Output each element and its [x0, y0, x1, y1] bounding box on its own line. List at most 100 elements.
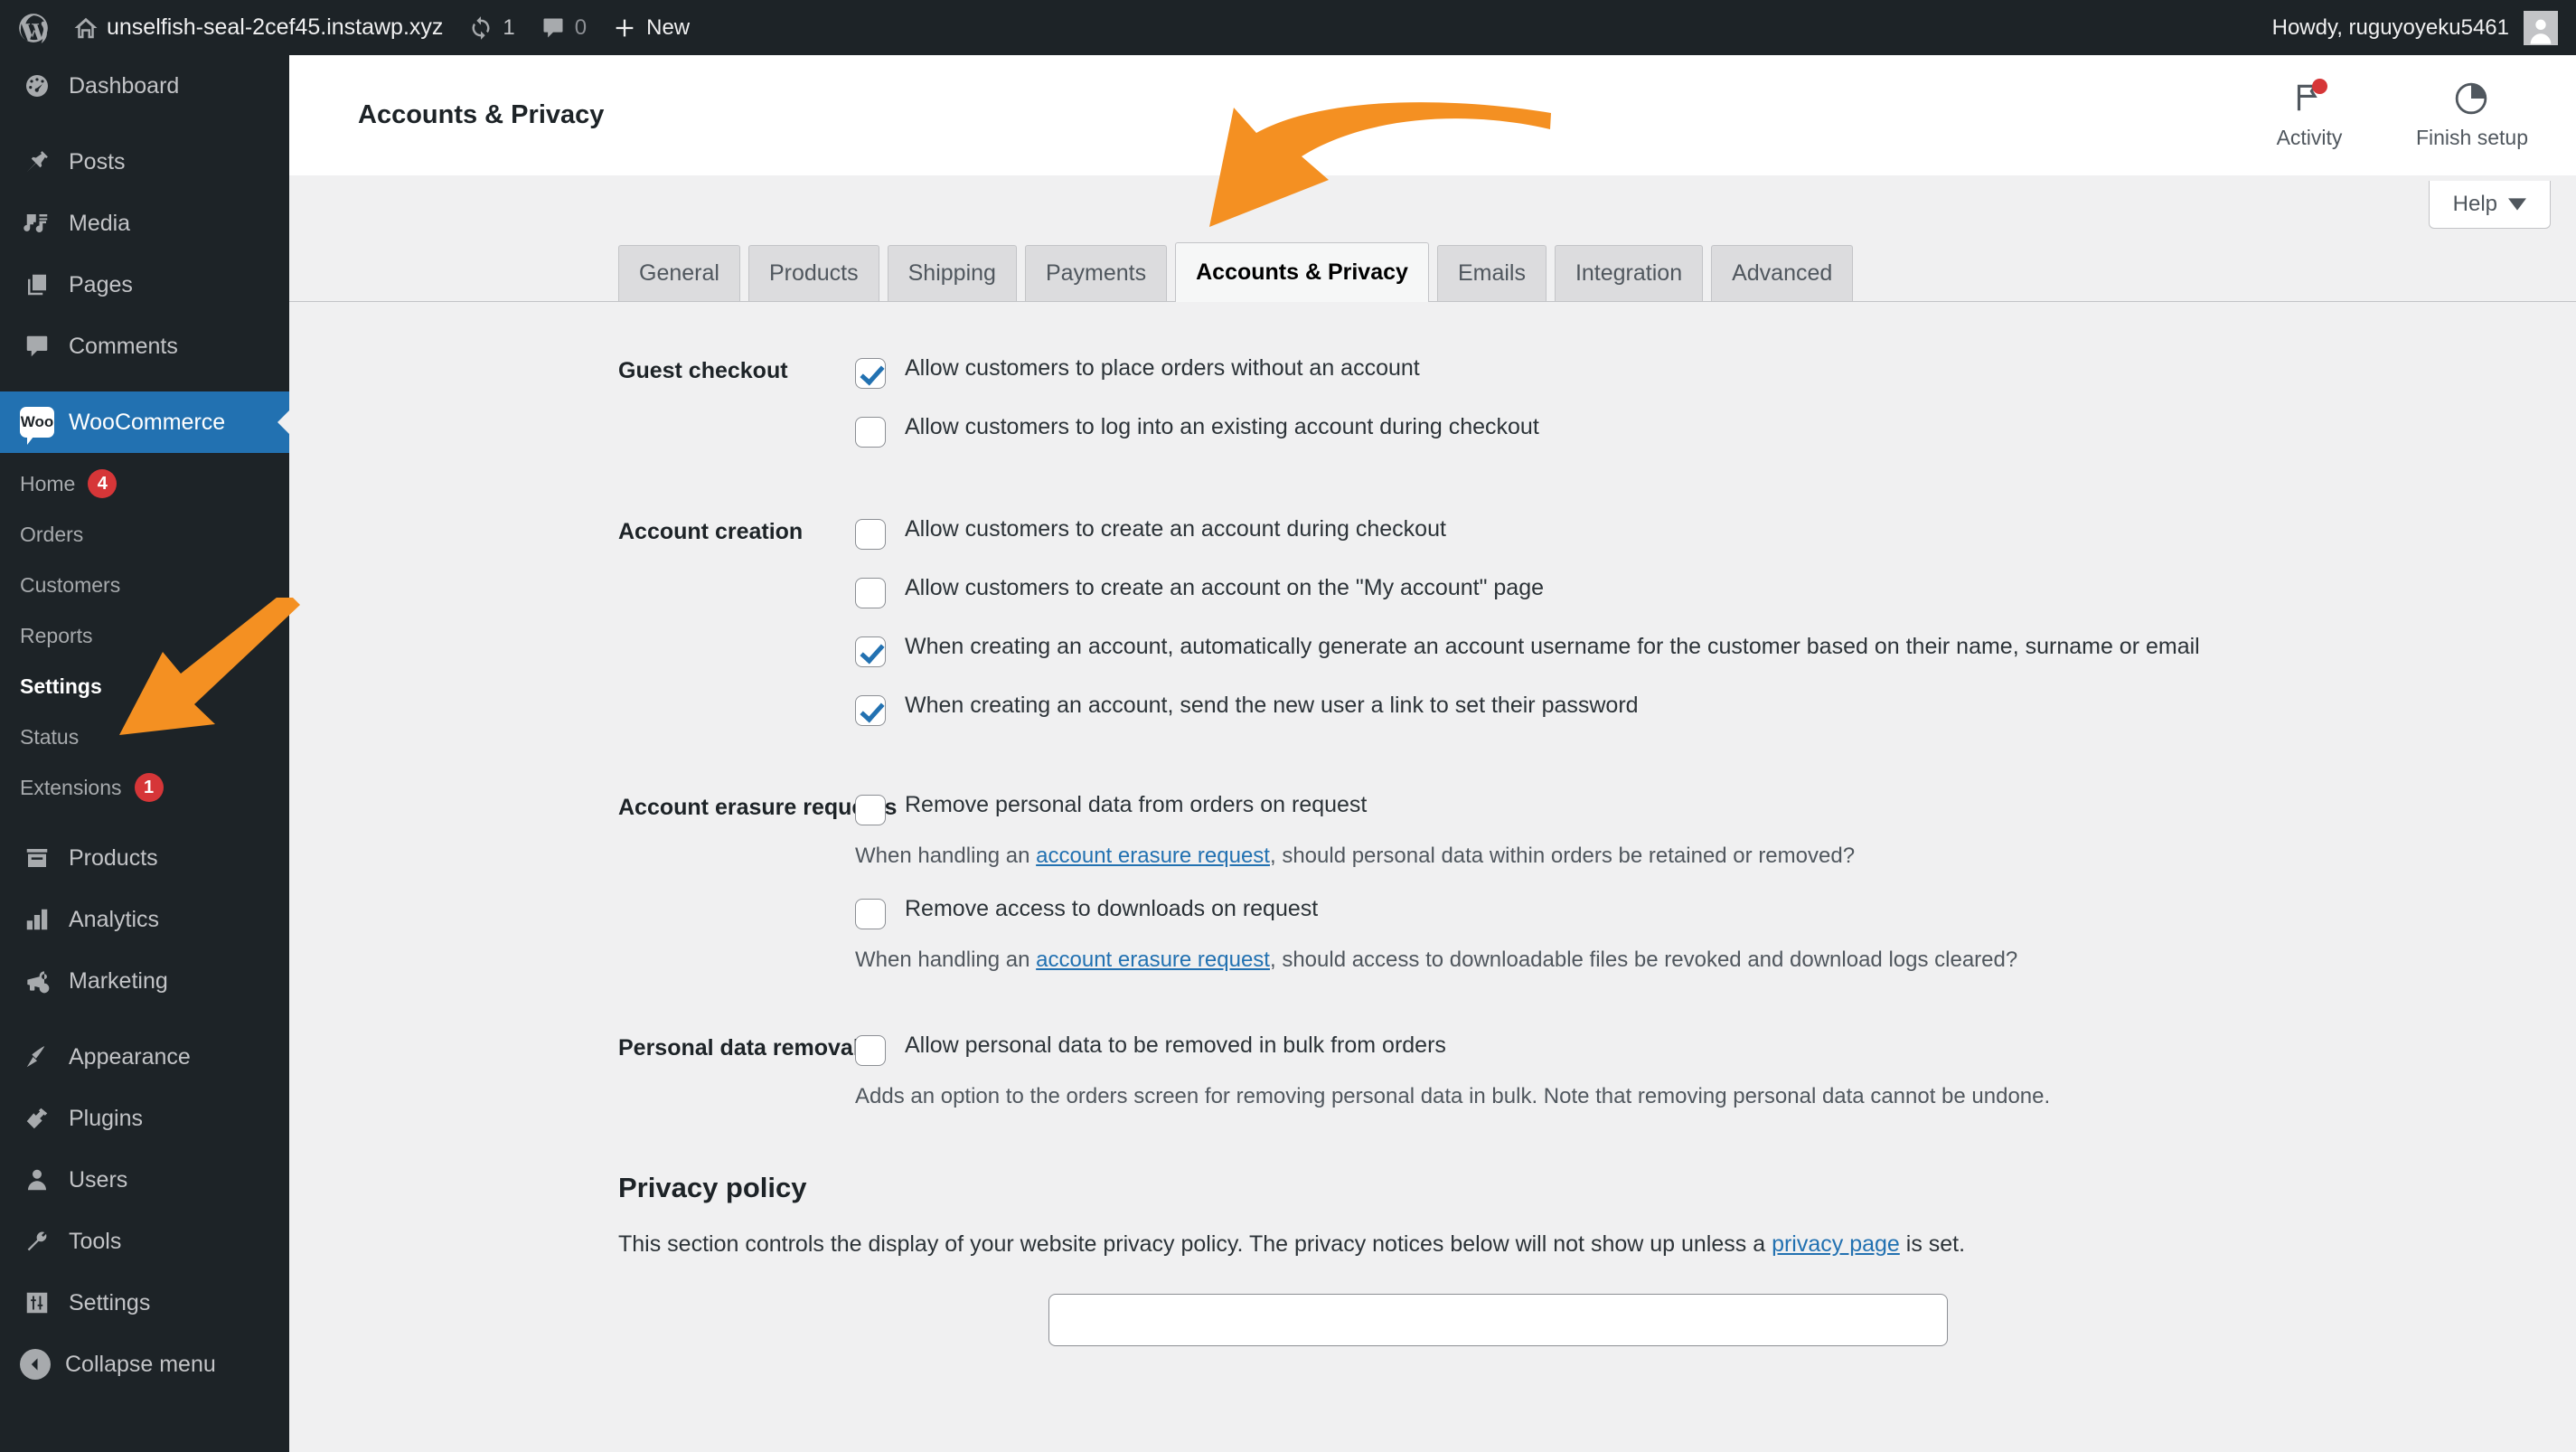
- help-button[interactable]: Help: [2428, 181, 2551, 229]
- sidebar-item-plugins[interactable]: Plugins: [0, 1088, 289, 1149]
- account-erasure-option-2[interactable]: Remove access to downloads on request: [855, 896, 2540, 929]
- sidebar-item-label: Pages: [69, 271, 133, 297]
- submenu-item-orders[interactable]: Orders: [0, 509, 289, 560]
- remove-download-access-label: Remove access to downloads on request: [905, 896, 1319, 921]
- privacy-policy-text-input[interactable]: [1048, 1294, 1948, 1346]
- woo-logo-badge: Woo: [20, 407, 54, 445]
- updates-count: 1: [503, 14, 515, 40]
- tab-emails[interactable]: Emails: [1436, 245, 1547, 301]
- tab-advanced[interactable]: Advanced: [1711, 245, 1854, 301]
- sidebar-item-users[interactable]: Users: [0, 1149, 289, 1211]
- settings-icon: [20, 1286, 54, 1320]
- account-erasure-description-2: When handling an account erasure request…: [855, 947, 2540, 974]
- sidebar-item-label: Settings: [69, 1289, 151, 1315]
- auto-generate-username-checkbox[interactable]: [855, 636, 886, 667]
- sidebar-item-settings[interactable]: Settings: [0, 1272, 289, 1334]
- privacy-page-link[interactable]: privacy page: [1772, 1231, 1900, 1257]
- account-creation-option-4[interactable]: When creating an account, send the new u…: [855, 693, 2540, 726]
- account-erasure-label: Account erasure requests: [618, 795, 898, 820]
- woo-icon: Woo: [20, 405, 54, 445]
- account-creation-options: Allow customers to create an account dur…: [855, 516, 2576, 726]
- tab-label: General: [639, 260, 719, 286]
- send-password-setup-link-checkbox[interactable]: [855, 695, 886, 726]
- sidebar-item-products[interactable]: Products: [0, 827, 289, 889]
- remove-personal-data-orders-checkbox[interactable]: [855, 795, 886, 825]
- sidebar-item-label: Media: [69, 210, 131, 236]
- comments-icon: [20, 329, 54, 363]
- my-account-menu[interactable]: Howdy, ruguyoyeku5461: [2260, 0, 2576, 55]
- chevron-down-icon: [2508, 192, 2526, 217]
- sidebar-item-woocommerce[interactable]: Woo WooCommerce: [0, 391, 290, 453]
- sidebar-item-posts[interactable]: Posts: [0, 131, 289, 193]
- privacy-desc-post: is set.: [1899, 1231, 1966, 1257]
- comment-bubble-icon: [541, 15, 566, 41]
- sidebar-item-label: Dashboard: [69, 72, 180, 99]
- submenu-item-settings[interactable]: Settings: [0, 661, 289, 712]
- avatar: [2524, 10, 2558, 45]
- submenu-item-label: Settings: [20, 674, 102, 698]
- create-account-during-checkout-checkbox[interactable]: [855, 519, 886, 550]
- sidebar-item-tools[interactable]: Tools: [0, 1211, 289, 1272]
- settings-form: Guest checkout Allow customers to place …: [289, 355, 2576, 1346]
- flag-icon: [2289, 78, 2329, 117]
- account-creation-option-1[interactable]: Allow customers to create an account dur…: [855, 516, 2540, 550]
- account-creation-option-2[interactable]: Allow customers to create an account on …: [855, 575, 2540, 608]
- submenu-item-customers[interactable]: Customers: [0, 560, 289, 610]
- personal-data-removal-options: Allow personal data to be removed in bul…: [855, 1032, 2576, 1110]
- submenu-item-label: Home: [20, 471, 76, 495]
- personal-data-removal-option-1[interactable]: Allow personal data to be removed in bul…: [855, 1032, 2540, 1066]
- sidebar-item-pages[interactable]: Pages: [0, 254, 289, 316]
- guest-checkout-option-2[interactable]: Allow customers to log into an existing …: [855, 414, 2540, 448]
- activity-label: Activity: [2276, 125, 2343, 149]
- updates-menu[interactable]: 1: [456, 0, 527, 55]
- remove-download-access-checkbox[interactable]: [855, 899, 886, 929]
- tab-integration[interactable]: Integration: [1554, 245, 1704, 301]
- guest-checkout-option-1[interactable]: Allow customers to place orders without …: [855, 355, 2540, 389]
- allow-login-during-checkout-checkbox[interactable]: [855, 417, 886, 448]
- megaphone-icon: [20, 964, 54, 998]
- bulk-remove-personal-data-checkbox[interactable]: [855, 1035, 886, 1066]
- new-content-menu[interactable]: New: [599, 0, 702, 55]
- sidebar-item-analytics[interactable]: Analytics: [0, 889, 289, 950]
- tab-products[interactable]: Products: [747, 245, 879, 301]
- privacy-desc-pre: This section controls the display of you…: [618, 1231, 1772, 1257]
- allow-guest-orders-label: Allow customers to place orders without …: [905, 355, 1420, 381]
- tab-payments[interactable]: Payments: [1024, 245, 1168, 301]
- sidebar-item-comments[interactable]: Comments: [0, 316, 289, 377]
- sidebar-item-appearance[interactable]: Appearance: [0, 1026, 289, 1088]
- tab-label: Payments: [1045, 260, 1147, 286]
- sidebar-item-media[interactable]: Media: [0, 193, 289, 254]
- allow-guest-orders-checkbox[interactable]: [855, 358, 886, 389]
- submenu-item-label: Extensions: [20, 775, 122, 799]
- remove-personal-data-orders-label: Remove personal data from orders on requ…: [905, 792, 1368, 817]
- sidebar-item-marketing[interactable]: Marketing: [0, 950, 289, 1012]
- collapse-menu-button[interactable]: Collapse menu: [0, 1334, 289, 1395]
- site-name-menu[interactable]: unselfish-seal-2cef45.instawp.xyz: [60, 0, 456, 55]
- home-icon: [72, 14, 99, 42]
- tab-accounts-and-privacy[interactable]: Accounts & Privacy: [1175, 242, 1429, 302]
- account-erasure-request-link-1[interactable]: account erasure request: [1036, 844, 1270, 868]
- guest-checkout-options: Allow customers to place orders without …: [855, 355, 2576, 448]
- sidebar-item-label: Comments: [69, 333, 178, 359]
- tab-label: Shipping: [907, 260, 996, 286]
- submenu-item-home[interactable]: Home 4: [0, 458, 289, 509]
- account-creation-option-3[interactable]: When creating an account, automatically …: [855, 634, 2540, 667]
- account-erasure-option-1[interactable]: Remove personal data from orders on requ…: [855, 792, 2540, 825]
- tab-shipping[interactable]: Shipping: [887, 245, 1017, 301]
- collapse-arrow-icon: [20, 1349, 51, 1380]
- submenu-item-label: Customers: [20, 572, 121, 597]
- submenu-item-extensions[interactable]: Extensions 1: [0, 762, 289, 813]
- finish-setup-button[interactable]: Finish setup: [2386, 55, 2576, 175]
- account-erasure-request-link-2[interactable]: account erasure request: [1036, 948, 1270, 972]
- submenu-item-status[interactable]: Status: [0, 712, 289, 762]
- comments-menu[interactable]: 0: [528, 0, 599, 55]
- tab-general[interactable]: General: [618, 245, 740, 301]
- create-account-my-account-page-checkbox[interactable]: [855, 578, 886, 608]
- tab-label: Integration: [1575, 260, 1683, 286]
- wordpress-logo-menu[interactable]: [0, 0, 60, 55]
- dashboard-icon: [20, 69, 54, 103]
- submenu-item-reports[interactable]: Reports: [0, 610, 289, 661]
- sidebar-item-dashboard[interactable]: Dashboard: [0, 55, 289, 117]
- activity-button[interactable]: Activity: [2233, 55, 2386, 175]
- privacy-policy-heading: Privacy policy: [618, 1172, 807, 1203]
